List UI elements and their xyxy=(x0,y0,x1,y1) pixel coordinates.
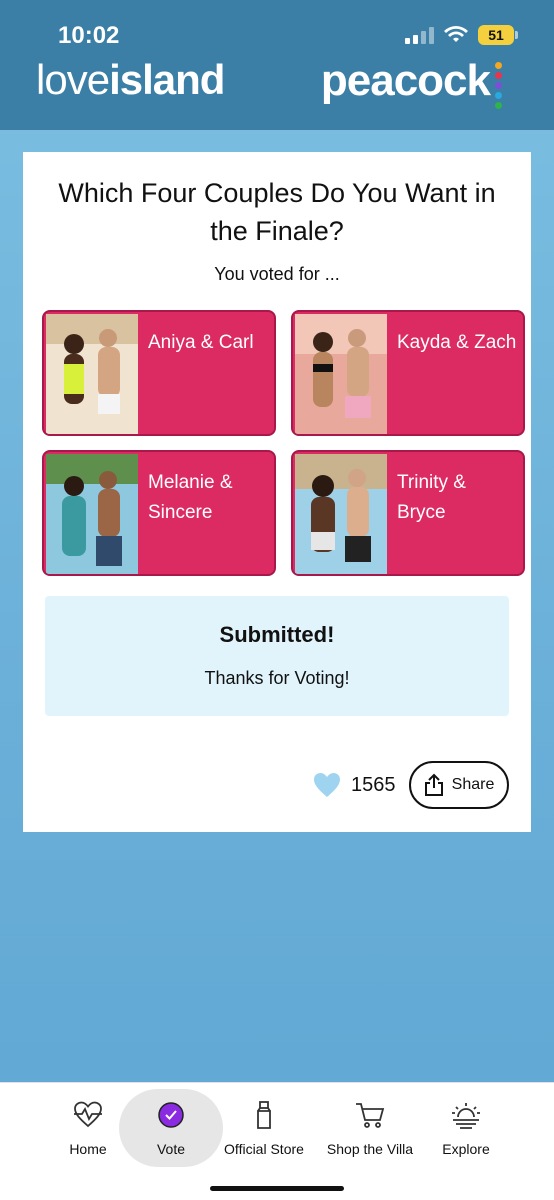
share-label: Share xyxy=(451,776,495,793)
couple-name: Kayda & Zach xyxy=(397,332,517,353)
tab-label: Explore xyxy=(442,1141,490,1157)
poll-card: Which Four Couples Do You Want in the Fi… xyxy=(23,152,531,832)
couple-card-aniya-carl[interactable]: Aniya & Carl xyxy=(42,310,276,436)
couple-name: Trinity & Bryce xyxy=(397,472,466,523)
couple-photo xyxy=(46,454,138,574)
couple-name: Aniya & Carl xyxy=(148,332,254,353)
share-icon xyxy=(424,773,443,796)
tab-label: Official Store xyxy=(224,1141,304,1157)
like-count: 1565 xyxy=(351,774,396,796)
poll-question: Which Four Couples Do You Want in the Fi… xyxy=(58,178,496,246)
app-header: 10:02 51 loveisland peacock xyxy=(0,0,554,130)
submitted-title: Submitted! xyxy=(219,622,335,647)
battery-icon: 51 xyxy=(478,25,518,45)
heart-icon[interactable] xyxy=(313,772,341,798)
peacock-logo: peacock xyxy=(320,56,491,105)
submitted-message: Thanks for Voting! xyxy=(204,668,350,688)
wifi-icon xyxy=(444,26,468,42)
share-button[interactable]: Share xyxy=(409,761,509,809)
couple-name: Melanie & Sincere xyxy=(148,472,233,523)
status-icons: 51 xyxy=(405,25,518,45)
couple-photo xyxy=(46,314,138,434)
tab-vote[interactable]: Vote xyxy=(119,1089,223,1167)
couple-card-melanie-sincere[interactable]: Melanie & Sincere xyxy=(42,450,276,576)
peacock-dots-icon xyxy=(495,62,502,109)
tab-explore[interactable]: Explore xyxy=(416,1089,516,1167)
tab-label: Vote xyxy=(156,1141,186,1157)
couple-card-kayda-zach[interactable]: Kayda & Zach xyxy=(291,310,525,436)
tab-official-store[interactable]: Official Store xyxy=(214,1089,314,1167)
bottom-tab-bar: Home Vote Official Store Shop the Villa … xyxy=(0,1082,554,1200)
check-circle-icon xyxy=(158,1102,184,1128)
couple-photo xyxy=(295,454,387,574)
home-indicator[interactable] xyxy=(210,1186,344,1191)
love-island-logo: loveisland xyxy=(36,56,225,103)
couple-photo xyxy=(295,314,387,434)
tab-shop-the-villa[interactable]: Shop the Villa xyxy=(320,1089,420,1167)
submitted-banner: Submitted! Thanks for Voting! xyxy=(45,596,509,716)
bottle-icon xyxy=(257,1101,271,1129)
couple-card-trinity-bryce[interactable]: Trinity & Bryce xyxy=(291,450,525,576)
tab-label: Shop the Villa xyxy=(326,1141,414,1157)
status-time: 10:02 xyxy=(58,22,120,49)
status-bar: 10:02 51 xyxy=(0,0,554,54)
sunset-icon xyxy=(452,1103,480,1129)
poll-subtitle: You voted for ... xyxy=(214,264,340,284)
cellular-signal-icon xyxy=(405,26,434,44)
cart-icon xyxy=(356,1103,385,1128)
heartbeat-icon xyxy=(74,1101,102,1128)
